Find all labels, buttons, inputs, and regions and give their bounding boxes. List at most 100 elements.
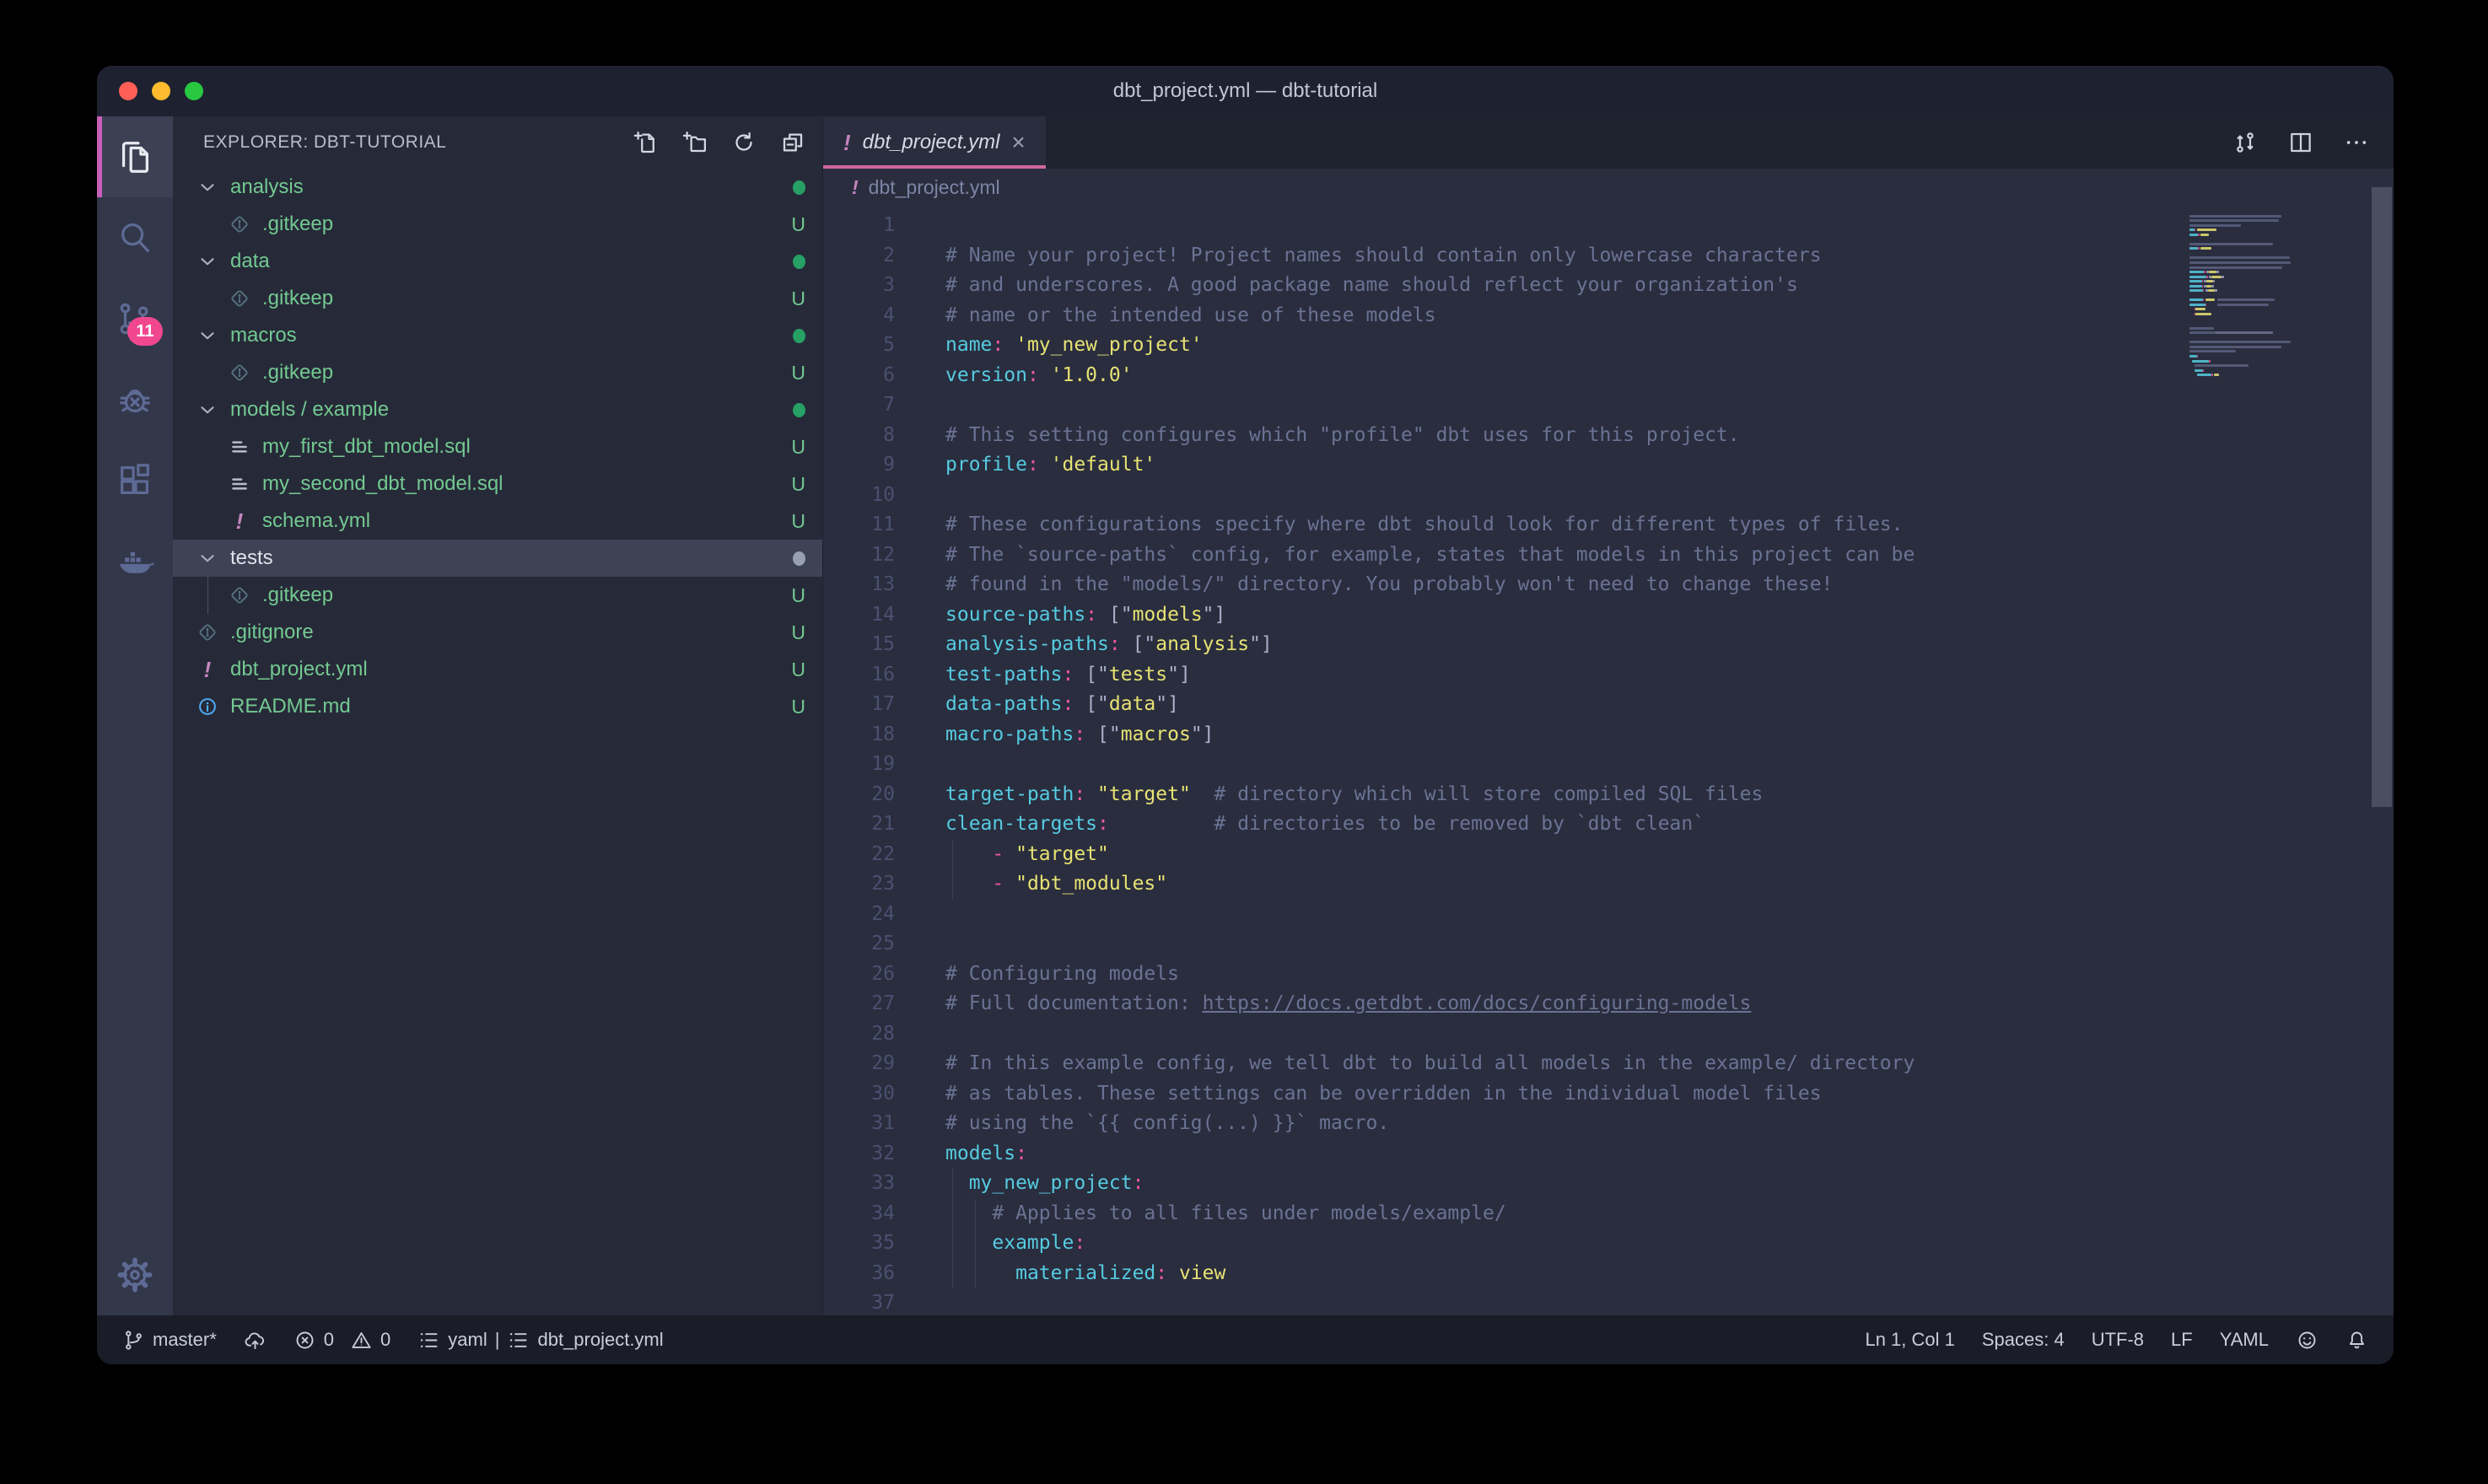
- vscode-window: dbt_project.yml — dbt-tutorial: [97, 66, 2394, 1364]
- activitybar-search[interactable]: [97, 197, 173, 278]
- feedback-smiley-icon[interactable]: [2296, 1329, 2318, 1352]
- close-tab-icon[interactable]: ×: [1011, 131, 1025, 154]
- code-line-15: 15analysis-paths: ["analysis"]: [823, 630, 2394, 660]
- tree-item-label: dbt_project.yml: [230, 658, 783, 681]
- activitybar-explorer[interactable]: [97, 116, 173, 197]
- tree-file-my-first-dbt-model-sql[interactable]: my_first_dbt_model.sqlU: [173, 428, 822, 465]
- cloud-upload-icon: [244, 1329, 267, 1352]
- sql-file-icon: [227, 471, 252, 497]
- activitybar-settings[interactable]: [97, 1234, 173, 1315]
- line-col-indicator[interactable]: Ln 1, Col 1: [1865, 1329, 1954, 1351]
- line-number: 15: [823, 630, 895, 660]
- git-untracked-badge: U: [791, 213, 805, 236]
- git-untracked-badge: U: [791, 362, 805, 384]
- code-line-1: 1: [823, 211, 2394, 241]
- minimap[interactable]: [2189, 209, 2350, 382]
- tree-file--gitkeep[interactable]: .gitkeepU: [173, 206, 822, 243]
- titlebar[interactable]: dbt_project.yml — dbt-tutorial: [97, 66, 2394, 116]
- tree-file--gitignore[interactable]: .gitignoreU: [173, 614, 822, 651]
- tree-folder-analysis[interactable]: analysis: [173, 169, 822, 206]
- zoom-window-button[interactable]: [185, 82, 203, 100]
- code-line-32: 32models:: [823, 1139, 2394, 1169]
- activitybar-extensions[interactable]: [97, 440, 173, 521]
- git-branch-indicator[interactable]: master*: [122, 1329, 217, 1352]
- indentation-indicator[interactable]: Spaces: 4: [1982, 1329, 2065, 1351]
- tab-dbt-project-yml[interactable]: ! dbt_project.yml ×: [823, 116, 1046, 169]
- tree-file--gitkeep[interactable]: .gitkeep U: [173, 354, 822, 391]
- git-untracked-badge: U: [791, 621, 805, 644]
- tree-file-readme-md[interactable]: README.md U: [173, 688, 822, 725]
- warnings-icon: [350, 1329, 373, 1352]
- breadcrumb[interactable]: ! dbt_project.yml: [823, 169, 2394, 206]
- error-count: 0: [324, 1329, 334, 1351]
- notifications-bell-icon[interactable]: [2345, 1329, 2368, 1352]
- git-untracked-badge: U: [791, 696, 805, 718]
- git-untracked-badge: U: [791, 473, 805, 496]
- line-number: 18: [823, 720, 895, 750]
- code-line-29: 29# In this example config, we tell dbt …: [823, 1049, 2394, 1079]
- chevron-down-icon: [195, 323, 220, 348]
- tree-file-dbt-project-yml[interactable]: !dbt_project.ymlU: [173, 651, 822, 688]
- language-indicator[interactable]: YAML: [2220, 1329, 2269, 1351]
- explorer-header-title: EXPLORER: DBT-TUTORIAL: [203, 132, 633, 153]
- git-changes-dot-badge: [793, 255, 805, 269]
- refresh-icon[interactable]: [731, 130, 757, 155]
- line-number: 3: [823, 271, 895, 301]
- chevron-down-icon: [195, 249, 220, 274]
- line-number: 6: [823, 361, 895, 391]
- encoding-indicator[interactable]: UTF-8: [2092, 1329, 2144, 1351]
- code-line-31: 31# using the `{{ config(...) }}` macro.: [823, 1109, 2394, 1139]
- explorer-sidebar: EXPLORER: DBT-TUTORIAL: [173, 116, 823, 1315]
- code-line-33: 33 my_new_project:: [823, 1169, 2394, 1199]
- code-editor[interactable]: 12# Name your project! Project names sho…: [823, 206, 2394, 1315]
- status-bar: master* 0 0: [97, 1315, 2394, 1364]
- tree-item-label: .gitkeep: [262, 361, 783, 384]
- activitybar-docker[interactable]: [97, 521, 173, 602]
- git-file-icon: [195, 620, 220, 645]
- file-tree: analysis .gitkeep Udata .gitkeep Umacros .git…: [173, 169, 822, 1315]
- close-window-button[interactable]: [119, 82, 137, 100]
- chevron-down-icon: [195, 546, 220, 571]
- split-editor-icon[interactable]: [2287, 129, 2314, 156]
- minimize-window-button[interactable]: [152, 82, 170, 100]
- line-number: 28: [823, 1019, 895, 1050]
- tree-file-my-second-dbt-model-sql[interactable]: my_second_dbt_model.sqlU: [173, 465, 822, 503]
- tree-folder-models-example[interactable]: models / example: [173, 391, 822, 428]
- line-number: 10: [823, 481, 895, 511]
- new-folder-icon[interactable]: [682, 130, 708, 155]
- tree-folder-tests[interactable]: tests: [173, 540, 822, 577]
- git-file-icon: [227, 286, 252, 311]
- tree-item-label: README.md: [230, 695, 783, 718]
- line-number: 4: [823, 301, 895, 331]
- line-number: 13: [823, 570, 895, 600]
- editor-scrollbar[interactable]: [2372, 187, 2392, 807]
- line-number: 7: [823, 390, 895, 421]
- open-changes-icon[interactable]: [2232, 129, 2259, 156]
- activitybar-source-control[interactable]: 11: [97, 278, 173, 359]
- branch-name: master*: [153, 1329, 217, 1351]
- window-title: dbt_project.yml — dbt-tutorial: [1113, 79, 1377, 103]
- problems-indicator[interactable]: 0 0: [293, 1329, 391, 1352]
- activitybar-run-and-debug[interactable]: [97, 359, 173, 440]
- more-actions-icon[interactable]: [2343, 129, 2370, 156]
- tree-file--gitkeep[interactable]: .gitkeepU: [173, 577, 822, 614]
- tree-file-schema-yml[interactable]: !schema.ymlU: [173, 503, 822, 540]
- publish-changes-button[interactable]: [244, 1329, 267, 1352]
- tree-folder-data[interactable]: data: [173, 243, 822, 280]
- tree-item-label: macros: [230, 324, 784, 347]
- git-file-icon: [227, 212, 252, 237]
- code-line-8: 8# This setting configures which "profil…: [823, 421, 2394, 451]
- line-number: 31: [823, 1109, 895, 1139]
- eol-indicator[interactable]: LF: [2171, 1329, 2193, 1351]
- yaml-lint-indicator[interactable]: yaml | dbt_project.yml: [417, 1329, 663, 1352]
- code-line-16: 16test-paths: ["tests"]: [823, 660, 2394, 691]
- tree-file--gitkeep[interactable]: .gitkeepU: [173, 280, 822, 317]
- tree-folder-macros[interactable]: macros: [173, 317, 822, 354]
- new-file-icon[interactable]: [633, 130, 659, 155]
- line-number: 14: [823, 600, 895, 631]
- code-line-18: 18macro-paths: ["macros"]: [823, 720, 2394, 750]
- collapse-folders-icon[interactable]: [780, 130, 805, 155]
- yaml-file-icon: !: [852, 176, 859, 199]
- tree-item-label: .gitkeep: [262, 287, 783, 310]
- errors-icon: [293, 1329, 316, 1352]
